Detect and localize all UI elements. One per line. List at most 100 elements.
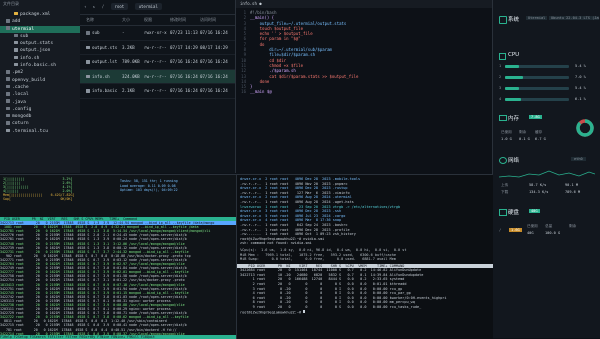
terminal-shell[interactable]: drwxr-xr-x 2 root root 4096 Dec 28 2023 … [236, 174, 493, 339]
disk-title: 硬盘 [508, 210, 520, 216]
tree-item[interactable]: add [0, 18, 80, 25]
memory-free-value: 0.1 G [519, 137, 530, 141]
tree-item-label: package.xml [20, 12, 51, 17]
column-name[interactable]: 名称 [80, 15, 122, 25]
tree-item-label: .pm2 [12, 70, 24, 76]
tree-item[interactable]: .terminal.tcu [0, 128, 80, 135]
file-browser-panel: ↑ ↻ / root utermial 名称 大小 权限 修改时间 访问时间 sub - r… [80, 0, 236, 173]
folder-icon [6, 92, 10, 96]
tree-item[interactable]: info.sh [0, 55, 80, 62]
memory-cache-value: 6.7 G [535, 137, 546, 141]
tree-item[interactable]: .cache [0, 84, 80, 91]
tree-item[interactable]: .config [0, 106, 80, 113]
file-atime: 07/16 16:24 [200, 30, 228, 35]
cpu-core-percent: 5.4 % [575, 86, 586, 90]
cpu-core-label: 1 [499, 64, 502, 68]
column-atime[interactable]: 访问时间 [200, 15, 230, 25]
column-perm[interactable]: 权限 [144, 15, 170, 25]
file-row[interactable]: output.lst 789.0KB rw-r--r-- 07/16 16:24 07/… [80, 55, 235, 70]
file-browser-nav: ↑ ↻ / root utermial [80, 0, 235, 15]
network-sparkline [499, 170, 595, 178]
file-icon [86, 60, 90, 64]
file-size: 3.2KB [122, 44, 135, 50]
tree-item[interactable]: .java [0, 99, 80, 106]
tree-item[interactable]: utermial [0, 25, 80, 33]
file-name: sub [92, 30, 100, 35]
up-icon[interactable]: ↑ [84, 4, 86, 9]
memory-icon [499, 115, 507, 121]
file-row[interactable]: sub - rwxr-xr-x 07/23 11:13 07/16 16:24 [80, 26, 235, 41]
upload-label: 上传 [501, 183, 509, 187]
file-row[interactable]: info.sh 324.0KB rw-r--r-- 07/16 16:24 07/16 … [80, 69, 235, 84]
breadcrumb-root-dir[interactable]: root [110, 3, 129, 10]
top-process-list: 3422684 root 20 0 151464 18744 11000 S 0… [237, 268, 493, 309]
network-icon [499, 157, 507, 164]
breadcrumb-current[interactable]: utermial [134, 3, 162, 10]
file-row[interactable]: output.sts 3.2KB rw-r--r-- 07/17 14:29 08/17… [80, 41, 235, 55]
column-mtime[interactable]: 修改时间 [170, 15, 200, 25]
file-atime: 08/17 14:29 [200, 44, 228, 50]
file-icon [86, 74, 90, 79]
code-text: ./$param.sh [250, 68, 296, 74]
tree-item-label: .config [12, 106, 32, 112]
tree-item-label: sub [20, 33, 29, 39]
code-text: cat $dir/$param.stats >> $output_file [250, 73, 359, 79]
file-tree-header: 文件目录 [3, 1, 19, 6]
file-icon [86, 45, 90, 50]
file-mtime: 07/23 11:13 [170, 30, 198, 35]
file-perm: rw-r--r-- [144, 44, 167, 50]
tree-item[interactable]: output.stats [0, 40, 80, 47]
memory-section: 内存 7.8G 已使用 剩余 缓存 1.0 G 0.1 G 6.7 G [493, 112, 600, 152]
file-perm: rw-r--r-- [144, 59, 167, 64]
shell-ls-output: drwxr-xr-x 2 root root 4096 Dec 28 2023 … [237, 175, 493, 248]
network-title: 网络 [508, 158, 520, 164]
cpu-core-row: 3 5.4 % [499, 86, 595, 94]
tree-item-label: utermial [12, 26, 35, 32]
file-size: - [122, 30, 125, 35]
cpu-core-percent: 7.0 % [575, 75, 586, 79]
folder-icon [6, 113, 10, 118]
file-name: info.sh [92, 73, 110, 79]
file-name: info.basic [92, 88, 118, 93]
file-icon [14, 62, 18, 67]
tree-item-label: info.basic.sh [20, 63, 56, 69]
file-row[interactable]: info.basic 2.1KB rw-r--r-- 07/16 16:24 07/16… [80, 84, 235, 99]
code-text: done [250, 78, 270, 84]
htop-footer: F1Help F2Setup F3Search F4Filter F5Tree … [0, 334, 236, 339]
tree-item-label: add [12, 19, 21, 25]
cpu-core-bar-fill [505, 76, 523, 79]
system-os: Ubuntu 22.04.3 LTS (Jammy) [549, 16, 599, 20]
tree-item[interactable]: package.xml [0, 11, 80, 18]
network-interface[interactable]: eth0 [571, 157, 586, 161]
folder-icon [6, 128, 10, 132]
upload-total: 90.1 M [565, 183, 578, 187]
code-text: echo '' > $output_file [250, 31, 313, 37]
folder-icon [6, 19, 10, 23]
cpu-core-bar-fill [505, 98, 521, 101]
tree-item[interactable]: output.json [0, 47, 80, 54]
code-editor[interactable]: info.sh ● 1 #!/bin/bash 2 __main() {3 outpu… [236, 0, 492, 173]
folder-icon [86, 31, 90, 35]
breadcrumb-root[interactable]: / [102, 4, 104, 9]
code-line: 16 __main $@ [236, 89, 492, 94]
refresh-icon[interactable]: ↻ [93, 4, 95, 9]
column-size[interactable]: 大小 [122, 15, 144, 25]
tree-item[interactable]: sub [0, 33, 80, 40]
tree-item[interactable]: .local [0, 91, 80, 98]
cpu-section: CPU 1 5.4 % 2 7.0 % 3 5.4 % 4 6.1 % [493, 50, 600, 112]
disk-free-label: 剩余 [569, 224, 577, 228]
cpu-core-label: 3 [499, 86, 502, 90]
tree-item[interactable]: coturn [0, 120, 80, 127]
file-name-cell: sub [80, 26, 122, 40]
tree-item[interactable]: mongodb [0, 113, 80, 120]
shell-prompt[interactable]: root@iZwz9hqn9eqiamowkhu2Z:~# [237, 309, 493, 315]
editor-lines: 1 #!/bin/bash 2 __main() {3 output_file=~/.… [236, 8, 492, 95]
tree-item[interactable]: .pm2 [0, 69, 80, 76]
tree-item[interactable]: openvy_build [0, 77, 80, 84]
terminal-htop[interactable]: 1[||||||||| 3.2%] 2[||||||| 2.6%] 3[||||||… [0, 174, 236, 339]
memory-title: 内存 [508, 116, 520, 122]
folder-icon [6, 70, 10, 74]
tree-item[interactable]: info.basic.sh [0, 62, 80, 69]
file-perm: rw-r--r-- [144, 88, 167, 93]
editor-tab[interactable]: info.sh ● [236, 0, 492, 8]
